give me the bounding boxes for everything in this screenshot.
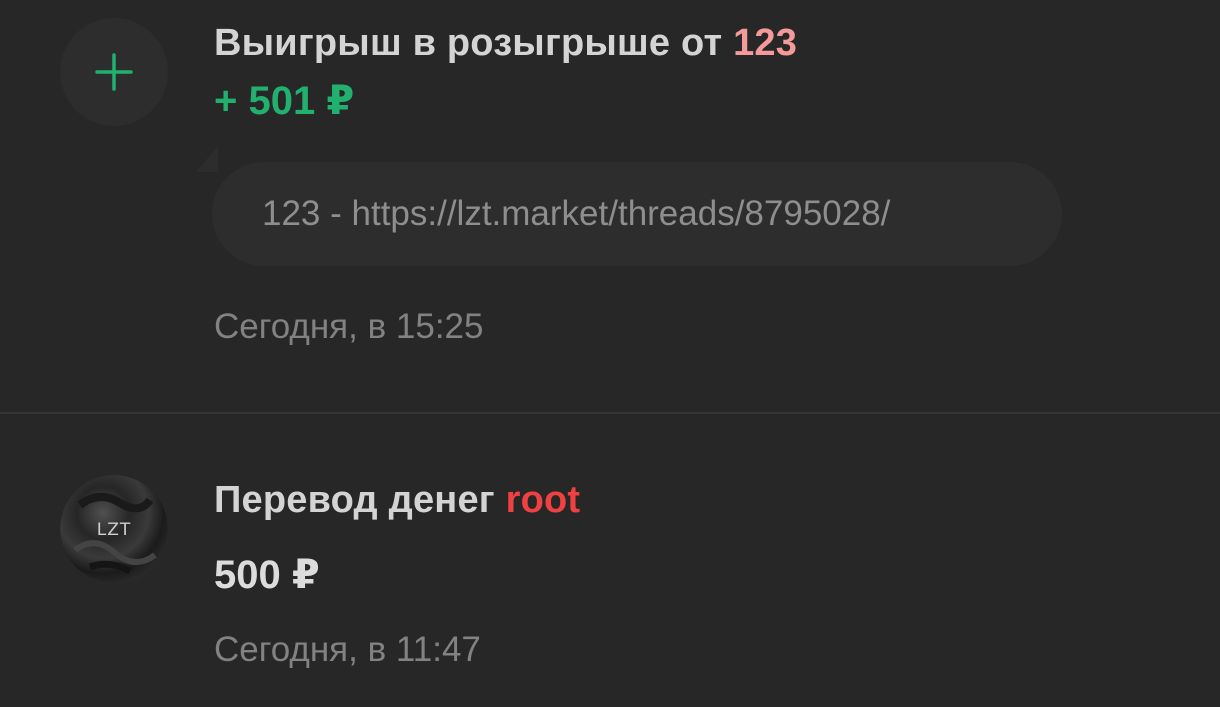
transaction-timestamp: Сегодня, в 11:47: [214, 630, 481, 669]
plus-icon: [95, 53, 133, 91]
comment-bubble: 123 - https://lzt.market/threads/8795028…: [212, 162, 1062, 266]
avatar-image: LZT: [60, 475, 168, 583]
avatar-text: LZT: [97, 520, 132, 540]
transaction-amount: 500 ₽: [214, 553, 320, 597]
avatar[interactable]: LZT: [60, 475, 168, 583]
transaction-user-link[interactable]: root: [506, 479, 581, 521]
comment-text[interactable]: 123 - https://lzt.market/threads/8795028…: [262, 194, 890, 234]
transaction-title-prefix: Выигрыш в розыгрыше от: [214, 22, 723, 64]
transaction-title: Перевод денег root: [214, 479, 580, 522]
transaction-title-prefix: Перевод денег: [214, 479, 495, 521]
transaction-item[interactable]: Выигрыш в розыгрыше от 123 + 501 ₽ 123 -…: [0, 0, 1220, 412]
transaction-user-link[interactable]: 123: [733, 22, 797, 64]
transaction-feed: Выигрыш в розыгрыше от 123 + 501 ₽ 123 -…: [0, 0, 1220, 707]
comment-bubble-tail: [196, 146, 218, 172]
transaction-icon: [60, 18, 168, 126]
transaction-item[interactable]: LZT Перевод денег root 500 ₽ Сегодня, в …: [0, 414, 1220, 707]
transaction-amount: + 501 ₽: [214, 79, 355, 123]
transaction-title: Выигрыш в розыгрыше от 123: [214, 22, 797, 65]
transaction-timestamp: Сегодня, в 15:25: [214, 307, 484, 346]
